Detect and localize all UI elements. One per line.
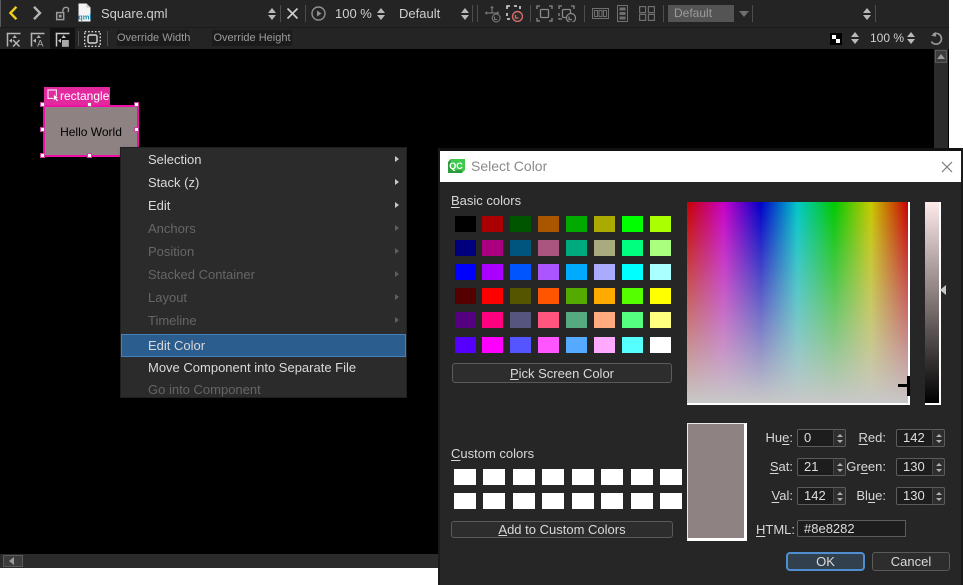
svg-text:qml: qml [78,13,91,22]
svg-text:QC: QC [449,161,463,171]
svg-text:A: A [37,39,44,48]
